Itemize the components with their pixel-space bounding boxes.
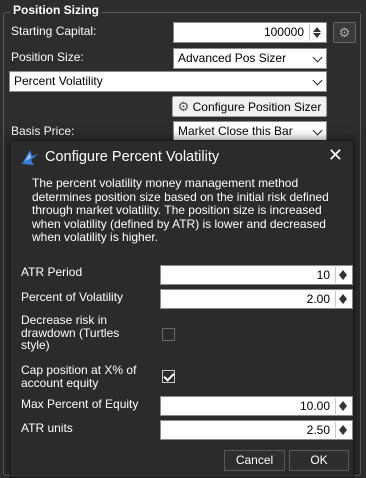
atr-units-label: ATR units (21, 421, 73, 435)
atr-units-value: 2.50 (306, 423, 330, 437)
position-size-value: Advanced Pos Sizer (178, 51, 287, 65)
cancel-button[interactable]: Cancel (224, 450, 285, 471)
atr-units-input[interactable]: 2.50 (160, 420, 353, 440)
atr-period-input[interactable]: 10 (160, 265, 353, 285)
percent-volatility-value: 2.00 (306, 292, 330, 306)
app-logo-icon (22, 150, 38, 165)
decrease-risk-label: Decrease risk in drawdown (Turtles style… (21, 313, 120, 352)
starting-capital-spinner[interactable] (309, 24, 325, 41)
basis-price-value: Market Close this Bar (178, 124, 293, 138)
dialog-title: Configure Percent Volatility (45, 149, 220, 165)
position-size-label: Position Size: (11, 50, 84, 64)
max-percent-equity-spinner[interactable] (335, 398, 351, 414)
chevron-down-icon (312, 125, 323, 136)
starting-capital-value: 100000 (263, 25, 304, 39)
position-size-select[interactable]: Advanced Pos Sizer (173, 48, 327, 69)
method-select[interactable]: Percent Volatility (9, 71, 327, 92)
dialog-description: The percent volatility money management … (32, 176, 329, 244)
basis-price-label: Basis Price: (11, 124, 75, 138)
chevron-down-icon (312, 75, 323, 86)
basis-price-select[interactable]: Market Close this Bar (173, 121, 327, 142)
starting-capital-label: Starting Capital: (11, 24, 97, 38)
configure-button-label: Configure Position Sizer (192, 100, 322, 114)
ok-button[interactable]: OK (289, 450, 349, 471)
close-icon[interactable]: ✕ (328, 145, 343, 166)
starting-capital-settings-button[interactable]: ⚙ (333, 22, 356, 43)
configure-position-sizer-button[interactable]: ⚙ Configure Position Sizer (172, 96, 327, 117)
atr-units-spinner[interactable] (335, 422, 351, 438)
atr-period-value: 10 (316, 268, 330, 282)
max-percent-equity-value: 10.00 (299, 399, 330, 413)
cap-position-label: Cap position at X% of account equity (21, 363, 137, 390)
group-title: Position Sizing (10, 3, 102, 17)
atr-period-spinner[interactable] (335, 267, 351, 283)
chevron-down-icon (312, 52, 323, 63)
starting-capital-input[interactable]: 100000 (173, 22, 327, 43)
checkmark-icon (163, 370, 175, 382)
method-value: Percent Volatility (14, 74, 103, 88)
decrease-risk-checkbox[interactable] (162, 328, 175, 341)
atr-period-label: ATR Period (21, 265, 83, 279)
cap-position-checkbox[interactable] (162, 370, 175, 383)
percent-volatility-label: Percent of Volatility (21, 290, 124, 304)
gear-icon: ⚙ (177, 99, 190, 114)
percent-volatility-input[interactable]: 2.00 (160, 289, 353, 309)
percent-volatility-spinner[interactable] (335, 291, 351, 307)
configure-percent-volatility-dialog: Configure Percent Volatility ✕ The perce… (10, 140, 354, 478)
max-percent-equity-input[interactable]: 10.00 (160, 396, 353, 416)
gear-icon: ⚙ (338, 25, 351, 40)
max-percent-equity-label: Max Percent of Equity (21, 397, 139, 411)
